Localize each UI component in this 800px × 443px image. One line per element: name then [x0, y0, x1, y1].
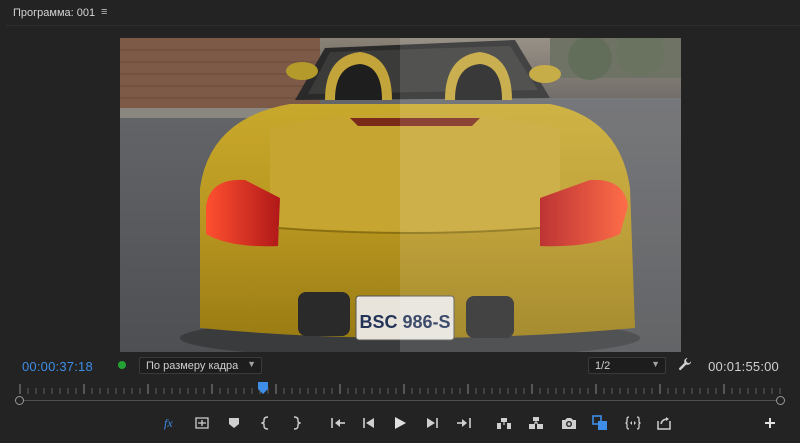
fx-icon: fx — [164, 416, 173, 430]
step-forward-icon — [427, 418, 438, 428]
zoom-scroll-bar[interactable] — [12, 396, 788, 406]
go-to-in-icon — [331, 418, 345, 428]
insert-overlay-icon — [195, 417, 209, 429]
export-button[interactable] — [655, 414, 673, 432]
playback-info-row: 00:00:37:18 По размеру кадра ▼ 1/2 ▼ 00:… — [0, 354, 800, 376]
mark-out-button[interactable] — [287, 414, 305, 432]
go-to-out-button[interactable] — [455, 414, 473, 432]
marker-button[interactable] — [225, 414, 243, 432]
mark-out-icon — [293, 416, 301, 430]
camera-icon — [562, 417, 576, 429]
video-frame: BSC 986-S — [120, 38, 681, 352]
play-icon — [395, 417, 406, 429]
playback-resolution-value: 1/2 — [595, 360, 611, 372]
scroll-handle-right[interactable] — [776, 396, 785, 405]
panel-title: Программа: 001 — [13, 7, 96, 19]
timeline-ruler[interactable] — [12, 382, 788, 408]
mark-in-button[interactable] — [257, 414, 275, 432]
step-back-icon — [363, 418, 374, 428]
export-frame-button[interactable] — [560, 414, 578, 432]
program-monitor-viewer[interactable]: BSC 986-S — [120, 38, 681, 352]
comparison-view-icon — [592, 415, 607, 430]
svg-text:fx: fx — [164, 416, 173, 430]
insert-overlay-button[interactable] — [193, 414, 211, 432]
go-to-in-button[interactable] — [329, 414, 347, 432]
go-to-out-icon — [457, 418, 471, 428]
chevron-down-icon: ▼ — [651, 359, 660, 369]
step-forward-button[interactable] — [423, 414, 441, 432]
add-icon — [765, 418, 775, 428]
zoom-level-value: По размеру кадра — [146, 360, 239, 372]
chevron-down-icon: ▼ — [247, 359, 256, 369]
trim-icon — [625, 416, 641, 430]
play-button[interactable] — [391, 414, 409, 432]
render-status-indicator — [118, 361, 126, 369]
marker-icon — [229, 418, 239, 428]
current-timecode[interactable]: 00:00:37:18 — [22, 359, 93, 374]
panel-header: Программа: 001 ≡ — [0, 0, 800, 26]
comparison-view-button[interactable] — [591, 414, 609, 432]
trim-button[interactable] — [624, 414, 642, 432]
export-icon — [657, 417, 671, 430]
zoom-level-select[interactable]: По размеру кадра ▼ — [139, 357, 262, 374]
lift-button[interactable] — [495, 414, 513, 432]
scroll-handle-left[interactable] — [15, 396, 24, 405]
button-editor-button[interactable] — [761, 414, 779, 432]
timeline-ticks — [19, 384, 781, 394]
playback-resolution-select[interactable]: 1/2 ▼ — [588, 357, 666, 374]
lift-icon — [497, 418, 511, 429]
wrench-icon[interactable] — [678, 357, 692, 371]
header-divider — [6, 25, 800, 26]
total-duration: 00:01:55:00 — [708, 359, 779, 374]
step-back-button[interactable] — [360, 414, 378, 432]
panel-menu-icon[interactable]: ≡ — [101, 6, 107, 18]
scroll-track — [20, 400, 780, 401]
mark-in-icon — [261, 416, 269, 430]
playhead-icon[interactable] — [258, 382, 268, 394]
transport-controls: fx — [0, 414, 800, 434]
extract-icon — [529, 417, 543, 429]
extract-button[interactable] — [527, 414, 545, 432]
fx-button[interactable]: fx — [161, 414, 179, 432]
